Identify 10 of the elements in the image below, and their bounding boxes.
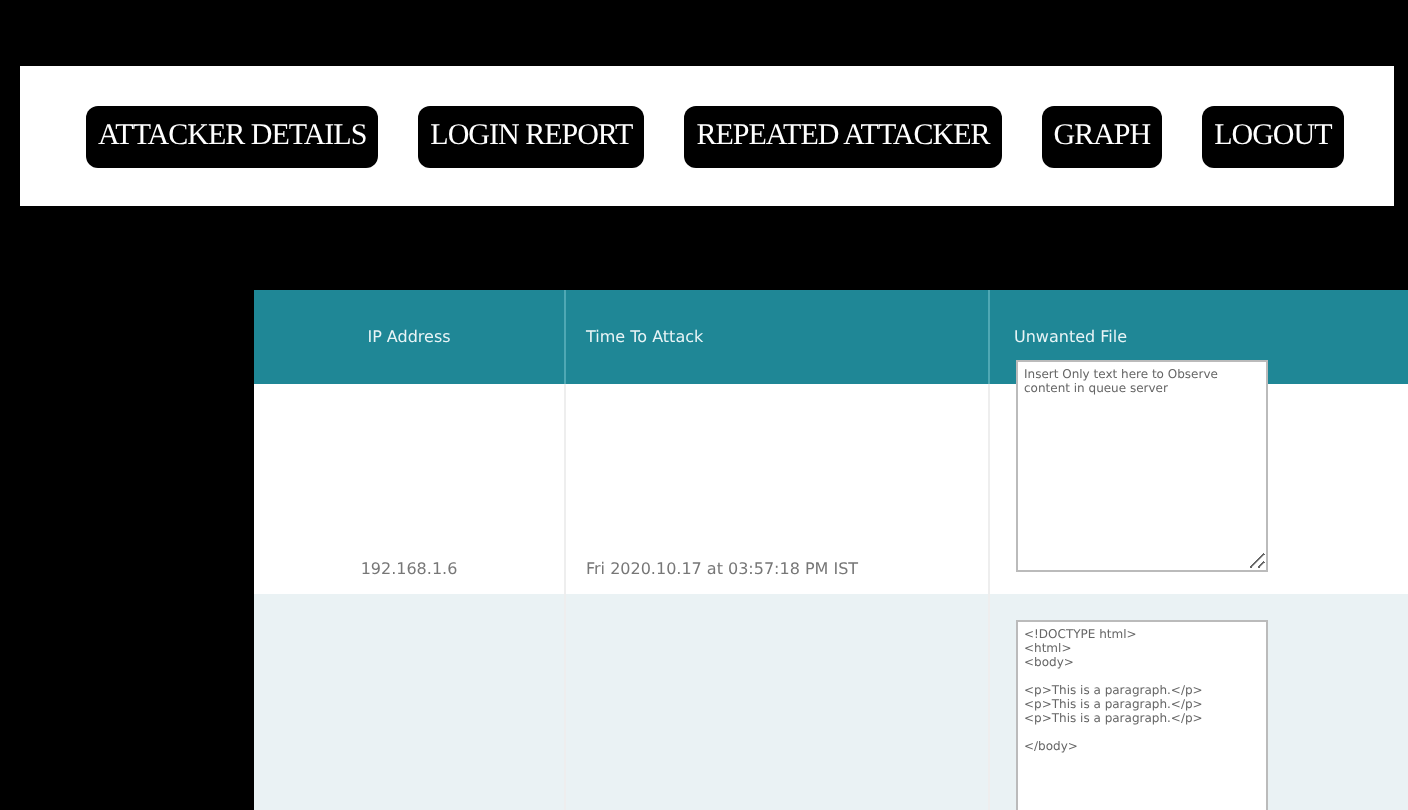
column-header: Unwanted File xyxy=(1014,328,1128,346)
column-header: IP Address xyxy=(367,328,451,346)
nav-button[interactable]: GRAPH xyxy=(1041,105,1163,167)
time-cell: Fri 2020.10.17 at 03:57:18 PM IST xyxy=(586,560,859,578)
ip-cell: 192.168.1.6 xyxy=(360,560,458,578)
column-header: Time To Attack xyxy=(586,328,704,346)
nav-button[interactable]: LOGIN REPORT xyxy=(418,105,645,167)
nav-button[interactable]: REPEATED ATTACKER xyxy=(684,105,1002,167)
nav-button[interactable]: LOGOUT xyxy=(1202,105,1344,167)
nav-button[interactable]: ATTACKER DETAILS xyxy=(86,105,379,167)
